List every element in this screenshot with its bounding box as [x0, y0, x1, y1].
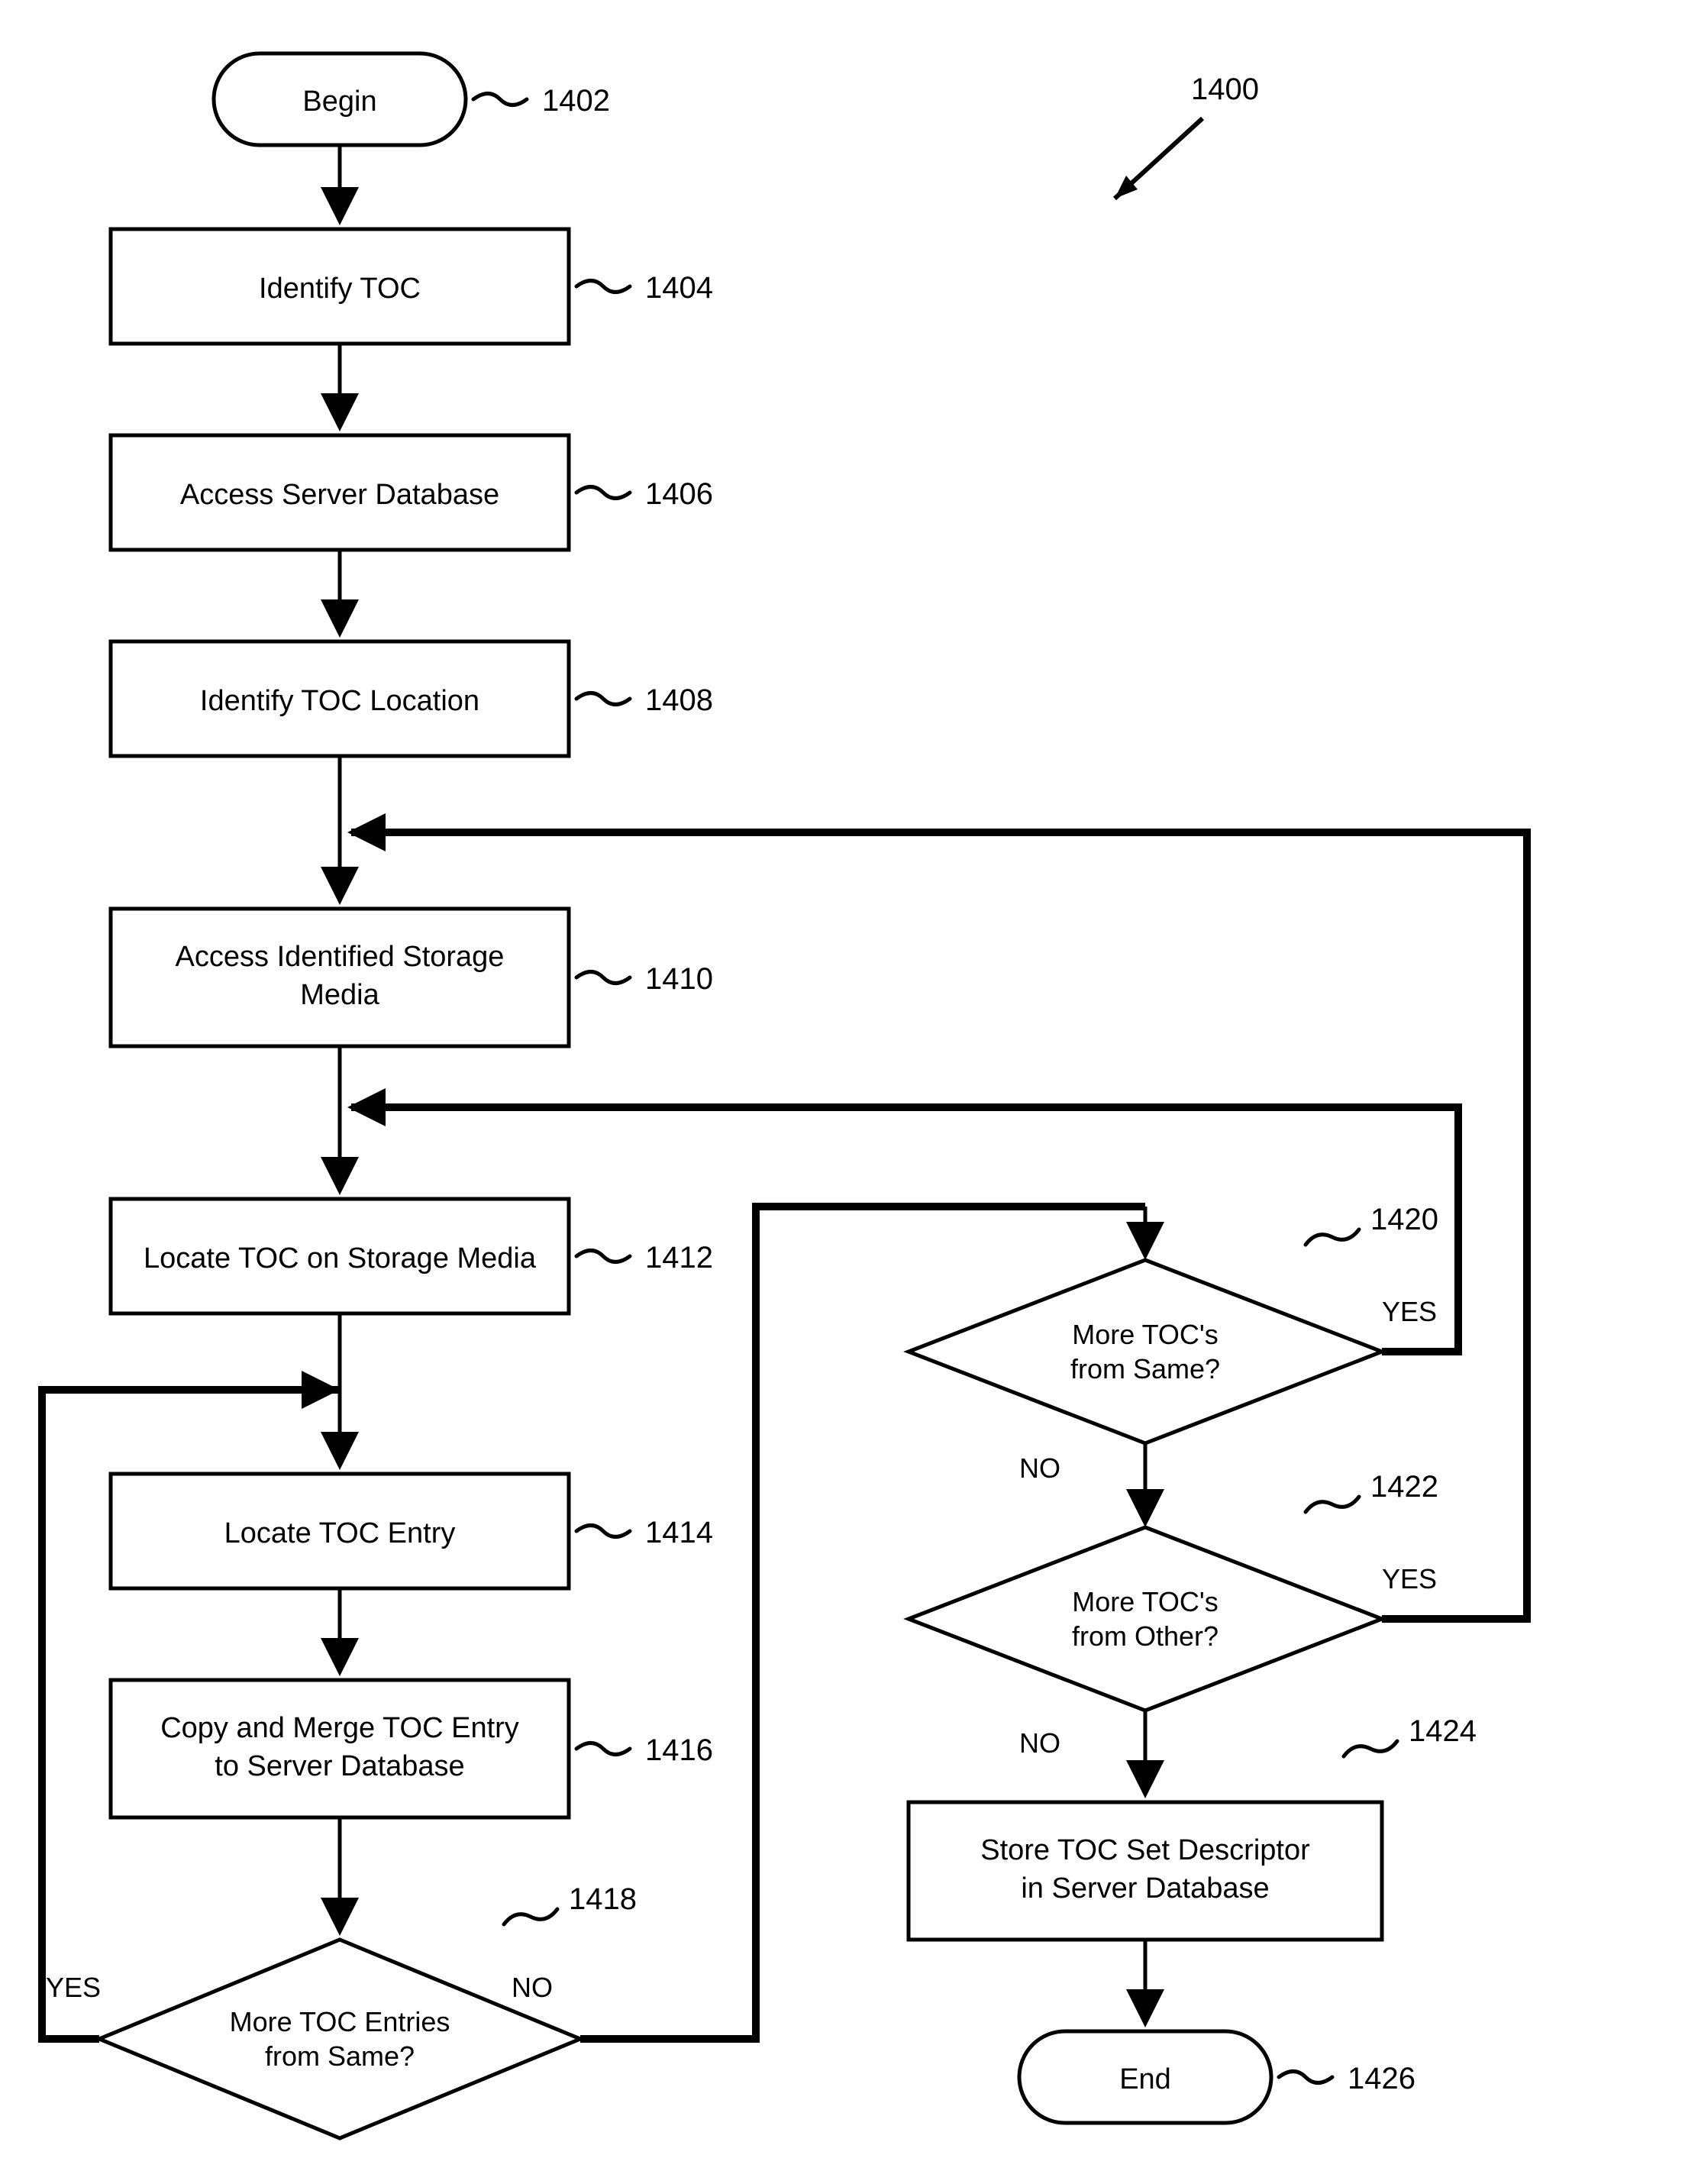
- decision-1420: More TOC's from Same?: [909, 1260, 1382, 1443]
- curly-connector: [576, 1526, 630, 1537]
- curly-connector: [576, 693, 630, 705]
- svg-text:from Same?: from Same?: [1070, 1353, 1220, 1384]
- label-1402: 1402: [542, 84, 610, 118]
- edge-1422-yes-label: YES: [1382, 1563, 1437, 1594]
- svg-text:Copy and Merge TOC Entry: Copy and Merge TOC Entry: [160, 1712, 519, 1744]
- box-1414: Locate TOC Entry: [111, 1474, 569, 1588]
- label-1418: 1418: [569, 1882, 637, 1916]
- svg-text:Identify TOC Location: Identify TOC Location: [200, 685, 479, 717]
- curly-connector: [1279, 2072, 1332, 2083]
- svg-text:in Server Database: in Server Database: [1021, 1872, 1269, 1905]
- label-1404: 1404: [645, 271, 713, 305]
- label-1416: 1416: [645, 1733, 713, 1767]
- label-1422: 1422: [1370, 1470, 1438, 1504]
- svg-text:Media: Media: [300, 979, 379, 1011]
- box-1406: Access Server Database: [111, 435, 569, 550]
- curly-connector: [576, 281, 630, 292]
- box-1416: Copy and Merge TOC Entry to Server Datab…: [111, 1680, 569, 1817]
- curly-connector: [576, 972, 630, 984]
- curly-connector: [576, 1251, 630, 1262]
- box-1424: Store TOC Set Descriptor in Server Datab…: [909, 1802, 1382, 1940]
- svg-text:End: End: [1119, 2063, 1171, 2095]
- box-1408: Identify TOC Location: [111, 641, 569, 756]
- label-1414: 1414: [645, 1516, 713, 1549]
- curly-connector: [576, 1743, 630, 1755]
- box-1412: Locate TOC on Storage Media: [111, 1199, 569, 1313]
- svg-text:Access Server Database: Access Server Database: [180, 479, 499, 511]
- svg-text:Begin: Begin: [302, 86, 376, 118]
- curly-connector: [504, 1909, 557, 1924]
- svg-text:from Same?: from Same?: [265, 2040, 415, 2072]
- svg-text:Store TOC Set Descriptor: Store TOC Set Descriptor: [980, 1834, 1310, 1866]
- curly-connector: [576, 487, 630, 499]
- label-1420: 1420: [1370, 1203, 1438, 1236]
- svg-text:Locate TOC on Storage Media: Locate TOC on Storage Media: [144, 1242, 537, 1275]
- label-1406: 1406: [645, 477, 713, 511]
- edge-1420-yes-label: YES: [1382, 1296, 1437, 1327]
- svg-text:Locate TOC Entry: Locate TOC Entry: [224, 1517, 456, 1549]
- svg-text:to Server Database: to Server Database: [215, 1750, 464, 1782]
- svg-text:from Other?: from Other?: [1072, 1620, 1219, 1652]
- box-1410: Access Identified Storage Media: [111, 909, 569, 1046]
- curly-connector: [1306, 1497, 1359, 1512]
- edge-1422-no-label: NO: [1019, 1727, 1060, 1759]
- decision-1422: More TOC's from Other?: [909, 1527, 1382, 1711]
- svg-text:Access Identified Storage: Access Identified Storage: [176, 941, 505, 973]
- edge-1420-no-label: NO: [1019, 1452, 1060, 1484]
- svg-text:Identify TOC: Identify TOC: [259, 273, 421, 305]
- label-1410: 1410: [645, 962, 713, 996]
- begin-terminal: Begin: [214, 53, 466, 145]
- box-1404: Identify TOC: [111, 229, 569, 344]
- svg-text:More TOC's: More TOC's: [1072, 1586, 1219, 1617]
- decision-1418: More TOC Entries from Same?: [99, 1940, 580, 2138]
- svg-text:More TOC's: More TOC's: [1072, 1319, 1219, 1350]
- end-terminal: End: [1019, 2031, 1271, 2123]
- diagram-label-arrow: [1115, 118, 1202, 199]
- flowchart-canvas: 1400 Begin 1402 Identify TOC 1404 Access…: [0, 0, 1685, 2184]
- label-1408: 1408: [645, 683, 713, 717]
- curly-connector: [1306, 1229, 1359, 1245]
- svg-text:More TOC Entries: More TOC Entries: [230, 2006, 450, 2037]
- edge-1418-yes-label: YES: [46, 1972, 101, 2003]
- edge-1418-no-label: NO: [512, 1972, 553, 2003]
- curly-connector: [473, 94, 527, 105]
- curly-connector: [1344, 1741, 1397, 1756]
- label-1426: 1426: [1348, 2062, 1415, 2095]
- diagram-label: 1400: [1191, 73, 1259, 106]
- label-1424: 1424: [1409, 1714, 1477, 1748]
- label-1412: 1412: [645, 1241, 713, 1275]
